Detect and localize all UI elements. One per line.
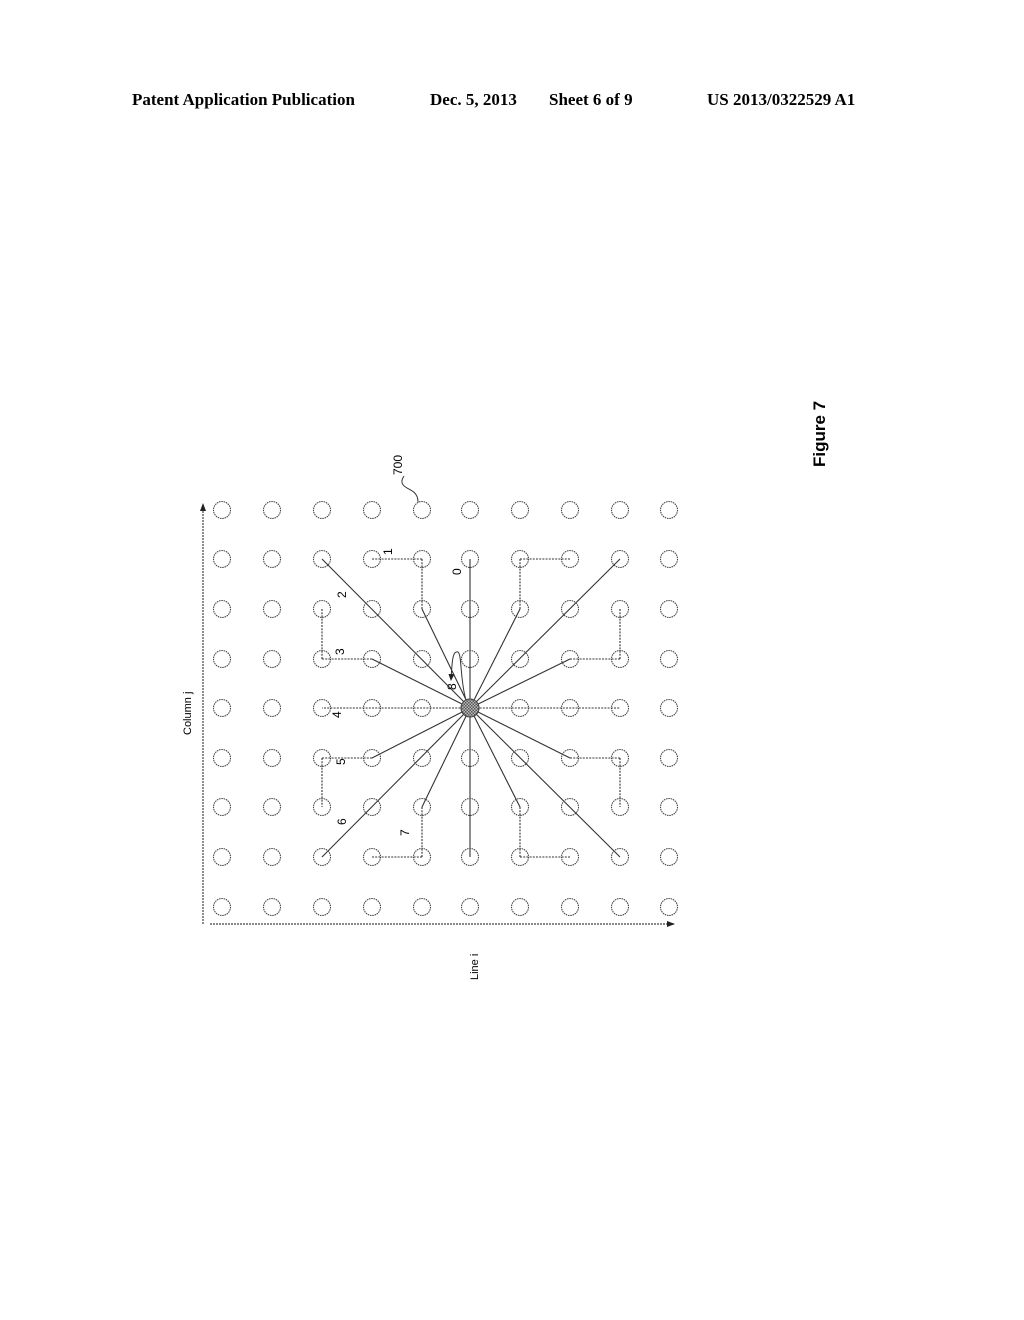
grid-node [262, 797, 282, 817]
grid-node [212, 897, 232, 917]
grid-node [659, 897, 679, 917]
grid-node [510, 897, 530, 917]
grid-node [659, 748, 679, 768]
grid-node [262, 847, 282, 867]
figure-title: Figure 7 [810, 401, 829, 467]
grid-node [262, 599, 282, 619]
y-axis-label: Column j [182, 692, 194, 735]
grid-node [362, 500, 382, 520]
grid-node [212, 500, 232, 520]
grid-node [212, 549, 232, 569]
reference-numeral: 700 [391, 455, 405, 475]
grid-node [510, 500, 530, 520]
grid-node [312, 500, 332, 520]
grid-node [262, 500, 282, 520]
self-loop-label: 8 [445, 683, 459, 690]
reference-leader-line [401, 475, 419, 503]
path-segment-9 [469, 558, 621, 709]
grid-node [460, 500, 480, 520]
grid-node [262, 748, 282, 768]
path-label-7: 7 [398, 829, 412, 836]
grid-node [212, 599, 232, 619]
path-segment-1 [421, 608, 471, 709]
path-label-1: 1 [381, 548, 395, 555]
grid-node [659, 549, 679, 569]
path-label-0: 0 [450, 568, 464, 575]
path-segment-7 [421, 707, 471, 808]
path-segment-8 [469, 608, 521, 709]
grid-node [412, 748, 432, 768]
path-segment-14 [469, 707, 521, 808]
grid-node [362, 897, 382, 917]
path-label-5: 5 [334, 758, 348, 765]
grid-node [262, 649, 282, 669]
grid-node [312, 897, 332, 917]
grid-node [659, 500, 679, 520]
labels-layer: 0 1 2 3 4 5 6 7 [330, 548, 464, 836]
grid-node [212, 698, 232, 718]
path-label-3: 3 [333, 648, 347, 655]
figure-7-diagram: 0 1 2 3 4 5 6 7 700 8 Column j Line i Figure 7 [182, 401, 829, 980]
grid-node [262, 698, 282, 718]
grid-node [659, 649, 679, 669]
path-label-6: 6 [335, 818, 349, 825]
grid-node [262, 897, 282, 917]
grid-node [212, 748, 232, 768]
path-segment-10 [469, 658, 571, 709]
path-label-4: 4 [330, 711, 344, 718]
grid-node [212, 797, 232, 817]
grid-node [659, 847, 679, 867]
grid-node [460, 897, 480, 917]
path-segment-13 [469, 707, 621, 858]
path-segment-6 [321, 707, 471, 858]
self-loop-arrow [448, 651, 467, 701]
path-label-2: 2 [335, 591, 349, 598]
grid-node [262, 549, 282, 569]
grid-node [560, 897, 580, 917]
grid-node [412, 500, 432, 520]
path-segment-12 [469, 707, 571, 759]
grid-node [610, 897, 630, 917]
grid-node [560, 500, 580, 520]
x-axis-label: Line i [469, 954, 481, 980]
grid-node [610, 500, 630, 520]
grid-node [659, 698, 679, 718]
grid-node [412, 897, 432, 917]
grid-node [212, 649, 232, 669]
center-node [460, 698, 480, 718]
path-segment-5 [371, 707, 471, 759]
grid-node [212, 847, 232, 867]
grid-node [659, 797, 679, 817]
grid-node [659, 599, 679, 619]
